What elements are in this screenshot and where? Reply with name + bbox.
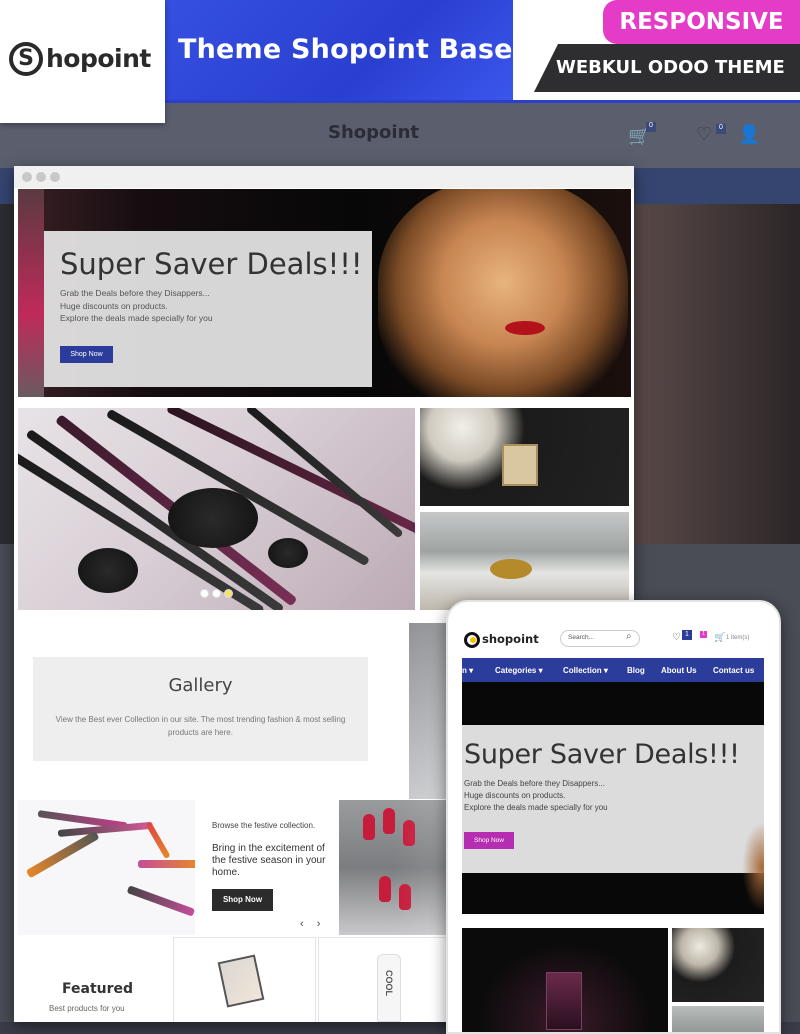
hero-banner: Super Saver Deals!!! Grab the Deals befo… <box>18 189 631 397</box>
mobile-lipstick <box>546 972 582 1030</box>
gallery-heading: Gallery <box>168 675 233 696</box>
nav-item-collection[interactable]: Collection ▾ <box>563 666 608 675</box>
nav-item-about[interactable]: About Us <box>661 666 697 675</box>
mobile-model-image <box>742 822 764 912</box>
carousel-arrows: ‹ › <box>300 918 320 930</box>
featured-heading: Featured <box>62 981 134 997</box>
pen <box>145 821 171 860</box>
browser-chrome <box>14 166 634 188</box>
lipstick-image <box>18 189 44 397</box>
mobile-hero-text: Grab the Deals before they Disappers... … <box>464 779 608 812</box>
logo-text: hopoint <box>46 44 151 73</box>
window-dot <box>22 172 32 182</box>
bottle-label: COOL <box>384 970 394 996</box>
responsive-badge: RESPONSIVE <box>603 0 800 44</box>
brush-tuft <box>168 488 258 548</box>
nav-item-menu[interactable]: n ▾ <box>462 666 473 675</box>
slider-dot-active[interactable] <box>224 589 233 598</box>
heart-icon[interactable]: ♡ <box>672 632 681 643</box>
background-heart-icon: ♡ <box>696 124 713 144</box>
hero-text: Grab the Deals before they Disappers... … <box>60 288 213 323</box>
brush <box>245 408 404 539</box>
slider-dot[interactable] <box>212 589 221 598</box>
logo-mark-icon: S <box>9 42 43 76</box>
pen <box>138 860 195 868</box>
festive-caption: Browse the festive collection. <box>212 821 316 830</box>
background-cart-count: 0 <box>646 122 656 132</box>
mobile-hero: Super Saver Deals!!! Grab the Deals befo… <box>462 682 764 914</box>
brush-tuft <box>78 548 138 593</box>
mobile-perfume-image <box>672 928 764 1002</box>
eyeshadow-palette <box>217 954 265 1008</box>
perfume-bottle <box>502 444 538 486</box>
gallery-card: Gallery View the Best ever Collection in… <box>33 657 368 761</box>
logo-box: S hopoint <box>0 0 165 123</box>
nav-item-blog[interactable]: Blog <box>627 666 645 675</box>
slider-dot[interactable] <box>200 589 209 598</box>
nav-item-categories[interactable]: Categories ▾ <box>495 666 543 675</box>
mobile-logo-dot <box>470 637 476 643</box>
mobile-search-placeholder: Search... <box>568 634 595 641</box>
background-user-icon: 👤 <box>738 124 761 144</box>
cart-count: 1 <box>700 631 707 638</box>
mobile-shop-now-button[interactable]: Shop Now <box>464 832 514 849</box>
nav-item-contact[interactable]: Contact us <box>713 666 754 675</box>
hero-shop-now-button[interactable]: Shop Now <box>60 346 113 363</box>
festive-shop-now-button[interactable]: Shop Now <box>212 889 273 911</box>
webkul-tagline: WEBKUL ODOO THEME <box>534 44 800 92</box>
search-icon[interactable]: ⌕ <box>626 631 632 642</box>
chevron-right-icon[interactable]: › <box>317 918 321 930</box>
mobile-hero-heading: Super Saver Deals!!! <box>464 739 740 770</box>
background-logo: Shopoint <box>328 122 419 143</box>
cart-icon[interactable]: 🛒 <box>714 632 725 643</box>
festive-heading: Bring in the excitement of the festive s… <box>212 843 326 878</box>
product-card[interactable] <box>173 937 316 1022</box>
mobile-mockup: shopoint Search... ⌕ ♡ 1 1 🛒 1 item(s) n… <box>446 600 781 1034</box>
mobile-window-image <box>672 1006 764 1032</box>
perfume-bottle-gold <box>490 559 532 579</box>
divider <box>165 100 800 103</box>
nail <box>379 876 391 902</box>
background-wishlist-count: 0 <box>716 124 726 134</box>
nail <box>363 814 375 840</box>
model-image <box>378 189 628 397</box>
featured-text: Best products for you <box>49 1004 125 1013</box>
hero-card: Super Saver Deals!!! Grab the Deals befo… <box>44 231 372 387</box>
window-dot <box>36 172 46 182</box>
cart-items-text: 1 item(s) <box>726 635 750 641</box>
makeup-pens-image <box>18 800 195 935</box>
hero-heading: Super Saver Deals!!! <box>60 247 363 281</box>
pen <box>25 830 100 879</box>
window-dot <box>50 172 60 182</box>
wishlist-count: 1 <box>682 630 692 640</box>
theme-title: Theme Shopoint Base <box>178 34 513 65</box>
brushes-image <box>18 408 415 610</box>
model-lips <box>505 321 545 335</box>
brush-tuft <box>268 538 308 568</box>
pen <box>126 885 195 917</box>
gallery-text: View the Best ever Collection in our sit… <box>55 715 346 737</box>
mobile-logo-text: shopoint <box>482 632 539 646</box>
chevron-left-icon[interactable]: ‹ <box>300 918 304 930</box>
